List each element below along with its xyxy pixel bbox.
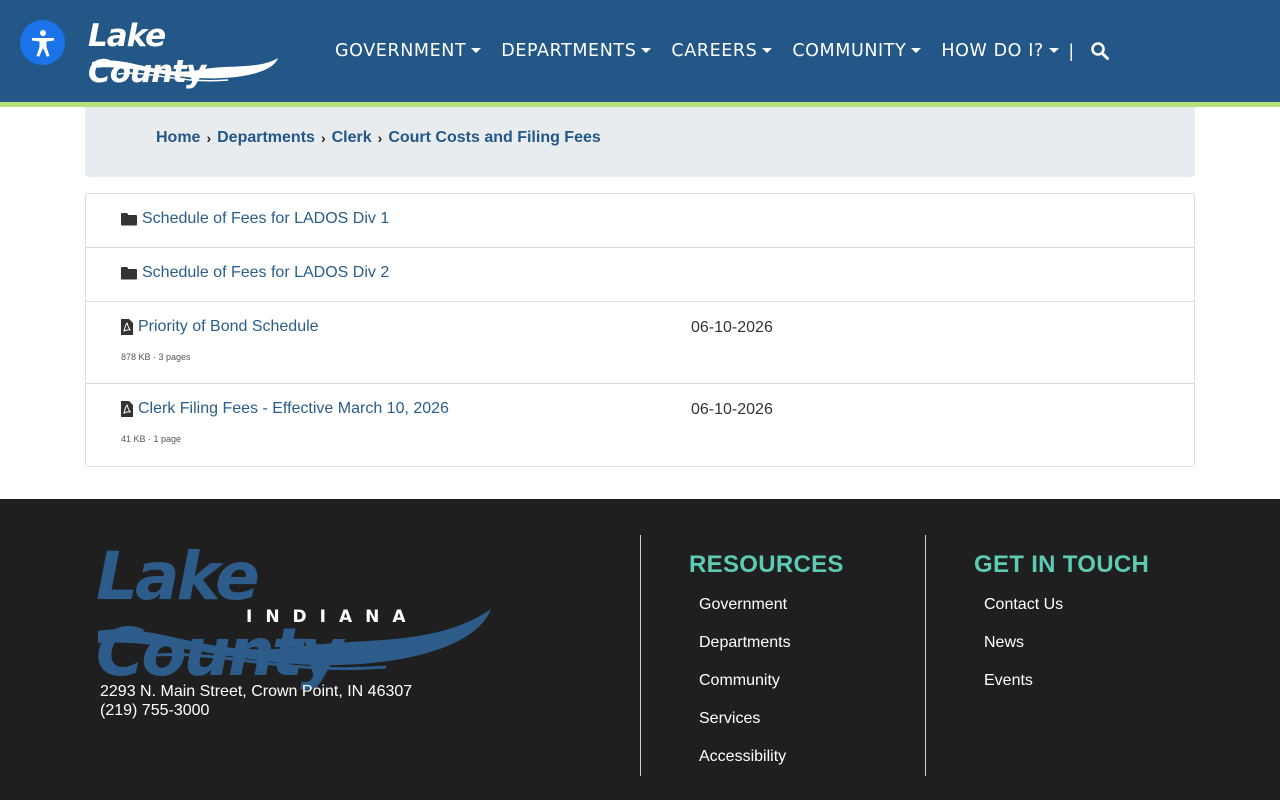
logo-subtext: INDIANA: [168, 51, 247, 61]
folder-link[interactable]: Schedule of Fees for LADOS Div 2: [121, 264, 389, 282]
footer-divider: [640, 535, 641, 776]
site-header: Lake County INDIANA GOVERNMENT DEPARTMEN…: [0, 0, 1280, 102]
pdf-file-icon: [121, 319, 133, 335]
nav-community[interactable]: COMMUNITY: [792, 41, 922, 61]
document-title: Clerk Filing Fees - Effective March 10, …: [138, 400, 449, 417]
resources-heading: RESOURCES: [689, 551, 844, 578]
footer-link-services[interactable]: Services: [699, 709, 791, 747]
document-meta: 41 KB · 1 page: [121, 434, 182, 444]
document-date: 06-10-2026: [691, 401, 773, 418]
document-title: Schedule of Fees for LADOS Div 2: [142, 264, 390, 281]
breadcrumb-departments[interactable]: Departments: [217, 129, 315, 147]
list-item: Priority of Bond Schedule 878 KB · 3 pag…: [86, 302, 1194, 384]
nav-label: GOVERNMENT: [335, 41, 467, 61]
pdf-link[interactable]: Clerk Filing Fees - Effective March 10, …: [121, 400, 449, 418]
nav-how-do-i[interactable]: HOW DO I?: [941, 41, 1059, 61]
footer-logo-subtext: INDIANA: [246, 607, 419, 627]
nav-departments[interactable]: DEPARTMENTS: [501, 41, 652, 61]
phone-number: (219) 755-3000: [100, 702, 210, 719]
document-meta: 878 KB · 3 pages: [121, 352, 191, 362]
caret-down-icon: [641, 47, 652, 53]
footer-link-government[interactable]: Government: [699, 595, 791, 633]
chevron-right-icon: ›: [320, 130, 326, 146]
pdf-file-icon: [121, 401, 133, 417]
footer-divider: [925, 535, 926, 776]
footer-link-community[interactable]: Community: [699, 671, 791, 709]
document-date: 06-10-2026: [691, 319, 773, 336]
caret-down-icon: [1048, 47, 1059, 53]
breadcrumb-home[interactable]: Home: [156, 129, 200, 147]
nav-label: COMMUNITY: [792, 41, 907, 61]
breadcrumb: Home › Departments › Clerk › Court Costs…: [156, 129, 601, 147]
footer-logo[interactable]: Lake County INDIANA: [96, 539, 496, 691]
document-title: Priority of Bond Schedule: [138, 318, 319, 335]
footer-link-accessibility[interactable]: Accessibility: [699, 747, 791, 785]
breadcrumb-clerk[interactable]: Clerk: [332, 129, 372, 147]
nav-label: DEPARTMENTS: [501, 41, 637, 61]
footer-address: 2293 N. Main Street, Crown Point, IN 463…: [100, 682, 412, 720]
main-nav: GOVERNMENT DEPARTMENTS CAREERS COMMUNITY…: [335, 34, 1110, 68]
nav-careers[interactable]: CAREERS: [671, 41, 773, 61]
nav-label: CAREERS: [671, 41, 758, 61]
list-item: Schedule of Fees for LADOS Div 2: [86, 248, 1194, 302]
caret-down-icon: [471, 47, 482, 53]
caret-down-icon: [911, 47, 922, 53]
get-in-touch-heading: GET IN TOUCH: [974, 551, 1150, 578]
folder-icon: [121, 266, 137, 280]
accessibility-button[interactable]: [20, 20, 65, 65]
address-line: 2293 N. Main Street, Crown Point, IN 463…: [100, 683, 413, 700]
footer-link-events[interactable]: Events: [984, 671, 1063, 709]
folder-link[interactable]: Schedule of Fees for LADOS Div 1: [121, 210, 389, 228]
breadcrumb-bar: Home › Departments › Clerk › Court Costs…: [85, 107, 1195, 177]
footer-link-contact-us[interactable]: Contact Us: [984, 595, 1063, 633]
resources-links: Government Departments Community Service…: [699, 595, 791, 785]
contact-links: Contact Us News Events: [984, 595, 1063, 709]
nav-separator: |: [1068, 40, 1074, 61]
pdf-link[interactable]: Priority of Bond Schedule: [121, 318, 319, 336]
list-item: Schedule of Fees for LADOS Div 1: [86, 194, 1194, 248]
footer-link-departments[interactable]: Departments: [699, 633, 791, 671]
nav-government[interactable]: GOVERNMENT: [335, 41, 482, 61]
search-button[interactable]: [1090, 41, 1110, 61]
document-title: Schedule of Fees for LADOS Div 1: [142, 210, 390, 227]
list-item: Clerk Filing Fees - Effective March 10, …: [86, 384, 1194, 466]
breadcrumb-current[interactable]: Court Costs and Filing Fees: [388, 129, 600, 147]
chevron-right-icon: ›: [377, 130, 383, 146]
caret-down-icon: [762, 47, 773, 53]
site-footer: Lake County INDIANA 2293 N. Main Street,…: [0, 499, 1280, 800]
chevron-right-icon: ›: [206, 130, 212, 146]
footer-link-news[interactable]: News: [984, 633, 1063, 671]
document-list: Schedule of Fees for LADOS Div 1 Schedul…: [85, 193, 1195, 467]
folder-icon: [121, 212, 137, 226]
search-icon: [1090, 42, 1109, 60]
accessibility-icon: [31, 29, 54, 57]
site-logo[interactable]: Lake County INDIANA: [88, 18, 283, 90]
nav-label: HOW DO I?: [941, 41, 1044, 61]
